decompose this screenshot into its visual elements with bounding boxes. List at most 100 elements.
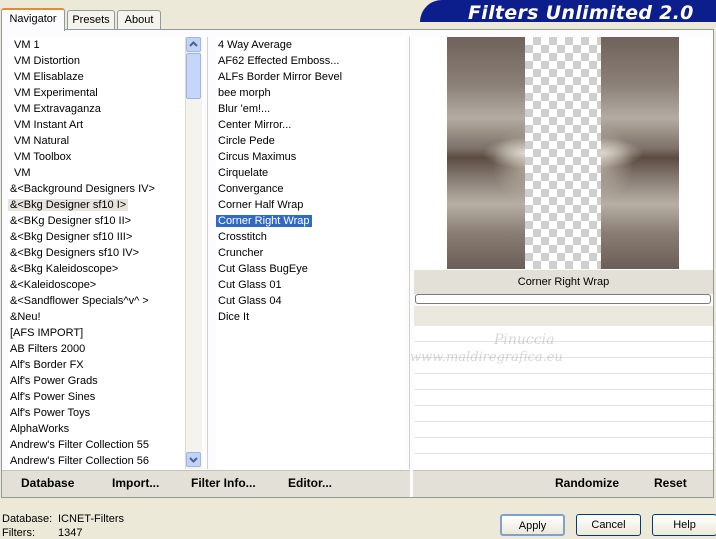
list-item-label: VM Elisablaze <box>14 71 84 83</box>
list-item[interactable]: VM <box>8 165 184 181</box>
list-item[interactable]: Cruncher <box>216 245 406 261</box>
list-item[interactable]: Alf's Power Toys <box>8 405 184 421</box>
list-item-label: AB Filters 2000 <box>10 343 86 355</box>
filter-list[interactable]: 4 Way Average AF62 Effected Emboss... ALFs… <box>216 37 406 469</box>
list-item[interactable]: &<Sandflower Specials^v^ > <box>8 293 184 309</box>
list-item[interactable]: VM Toolbox <box>8 149 184 165</box>
list-item-label: [AFS IMPORT] <box>10 327 84 339</box>
list-item[interactable]: &<Bkg Designer sf10 I> <box>8 197 184 213</box>
reset-button[interactable]: Reset <box>654 476 687 490</box>
list-item[interactable]: Andrew's Filter Collection 56 <box>8 453 184 469</box>
preview-image <box>447 37 679 269</box>
tab-presets[interactable]: Presets <box>67 10 115 29</box>
divider <box>409 37 410 469</box>
list-item[interactable]: AF62 Effected Emboss... <box>216 53 406 69</box>
list-item[interactable]: Cut Glass BugEye <box>216 261 406 277</box>
list-item[interactable]: Cirquelate <box>216 165 406 181</box>
list-item[interactable]: &<Kaleidoscope> <box>8 277 184 293</box>
list-item[interactable]: VM Instant Art <box>8 117 184 133</box>
list-item[interactable]: AB Filters 2000 <box>8 341 184 357</box>
list-item[interactable]: VM Natural <box>8 133 184 149</box>
chevron-down-icon <box>189 457 198 463</box>
filter-info-button[interactable]: Filter Info... <box>191 476 256 490</box>
list-item[interactable]: [AFS IMPORT] <box>8 325 184 341</box>
list-item[interactable]: bee morph <box>216 85 406 101</box>
list-item-label: VM Toolbox <box>14 151 72 163</box>
list-item[interactable]: Alf's Power Grads <box>8 373 184 389</box>
list-item[interactable]: Circus Maximus <box>216 149 406 165</box>
list-item-label: bee morph <box>218 87 271 99</box>
database-value: ICNET-Filters <box>58 513 124 525</box>
list-item[interactable]: VM Elisablaze <box>8 69 184 85</box>
list-item[interactable]: Andrew's Filter Collection 55 <box>8 437 184 453</box>
list-item[interactable]: AlphaWorks <box>8 421 184 437</box>
list-item[interactable]: &<Background Designers IV> <box>8 181 184 197</box>
list-item-label: Corner Right Wrap <box>216 215 312 227</box>
cancel-button[interactable]: Cancel <box>576 514 641 536</box>
help-button[interactable]: Help <box>652 514 716 536</box>
list-item-label: Alf's Power Grads <box>10 375 98 387</box>
list-item[interactable]: &<Bkg Kaleidoscope> <box>8 261 184 277</box>
list-item[interactable]: Blur 'em!... <box>216 101 406 117</box>
progress-bar <box>415 294 711 304</box>
list-item[interactable]: VM Distortion <box>8 53 184 69</box>
list-toolbar: Database Import... Filter Info... Editor… <box>2 470 410 497</box>
list-item[interactable]: VM Experimental <box>8 85 184 101</box>
list-item-label: 4 Way Average <box>218 39 292 51</box>
list-item[interactable]: Corner Right Wrap <box>216 213 406 229</box>
list-item-label: &<Bkg Designer sf10 III> <box>10 231 133 243</box>
import-button[interactable]: Import... <box>112 476 159 490</box>
apply-button[interactable]: Apply <box>500 514 565 536</box>
list-item-label: VM <box>14 167 31 179</box>
editor-button[interactable]: Editor... <box>288 476 332 490</box>
list-item[interactable]: Circle Pede <box>216 133 406 149</box>
list-item-label: ALFs Border Mirror Bevel <box>218 71 343 83</box>
randomize-button[interactable]: Randomize <box>555 476 619 490</box>
list-item[interactable]: ALFs Border Mirror Bevel <box>216 69 406 85</box>
list-item-label: Cut Glass 04 <box>218 295 282 307</box>
list-item[interactable]: Crosstitch <box>216 229 406 245</box>
list-item[interactable]: VM 1 <box>8 37 184 53</box>
list-item[interactable]: VM Extravaganza <box>8 101 184 117</box>
list-item[interactable]: Corner Half Wrap <box>216 197 406 213</box>
list-item[interactable]: Center Mirror... <box>216 117 406 133</box>
list-item-label: VM Distortion <box>14 55 81 67</box>
parameter-area <box>414 326 713 468</box>
list-item[interactable]: Alf's Power Sines <box>8 389 184 405</box>
list-item[interactable]: Cut Glass 04 <box>216 293 406 309</box>
list-item[interactable]: Convergance <box>216 181 406 197</box>
list-item-label: VM 1 <box>14 39 40 51</box>
database-button[interactable]: Database <box>21 476 74 490</box>
category-scrollbar[interactable] <box>185 37 202 469</box>
list-item-label: VM Instant Art <box>14 119 84 131</box>
list-item-label: &<BKg Designer sf10 II> <box>10 215 132 227</box>
list-item-label: Cruncher <box>218 247 264 259</box>
divider <box>207 37 208 469</box>
scroll-down-button[interactable] <box>186 452 201 467</box>
list-item[interactable]: Dice It <box>216 309 406 325</box>
database-label: Database: <box>2 513 53 525</box>
list-item[interactable]: &<Bkg Designer sf10 III> <box>8 229 184 245</box>
tab-about[interactable]: About <box>117 10 161 29</box>
filters-count-label: Filters: <box>2 527 35 539</box>
scroll-up-button[interactable] <box>186 37 201 52</box>
scroll-thumb[interactable] <box>186 53 201 99</box>
list-item-label: &<Kaleidoscope> <box>10 279 97 291</box>
list-item-label: VM Experimental <box>14 87 98 99</box>
list-item[interactable]: &Neu! <box>8 309 184 325</box>
list-item-label: Alf's Power Sines <box>10 391 96 403</box>
list-item-label: Cirquelate <box>218 167 269 179</box>
list-item[interactable]: Alf's Border FX <box>8 357 184 373</box>
list-item-label: Alf's Power Toys <box>10 407 91 419</box>
watermark-url: www.maldiregrafica.eu <box>410 350 563 365</box>
category-list[interactable]: VM 1 VM Distortion VM Elisablaze VM Experim… <box>8 37 184 469</box>
list-item[interactable]: Cut Glass 01 <box>216 277 406 293</box>
tab-navigator[interactable]: Navigator <box>1 8 65 31</box>
list-item[interactable]: &<BKg Designer sf10 II> <box>8 213 184 229</box>
list-item-label: Circus Maximus <box>218 151 297 163</box>
list-item-label: Alf's Border FX <box>10 359 84 371</box>
preview-wrap-right <box>601 37 679 269</box>
control-row <box>414 306 713 326</box>
list-item[interactable]: 4 Way Average <box>216 37 406 53</box>
list-item[interactable]: &<Bkg Designers sf10 IV> <box>8 245 184 261</box>
